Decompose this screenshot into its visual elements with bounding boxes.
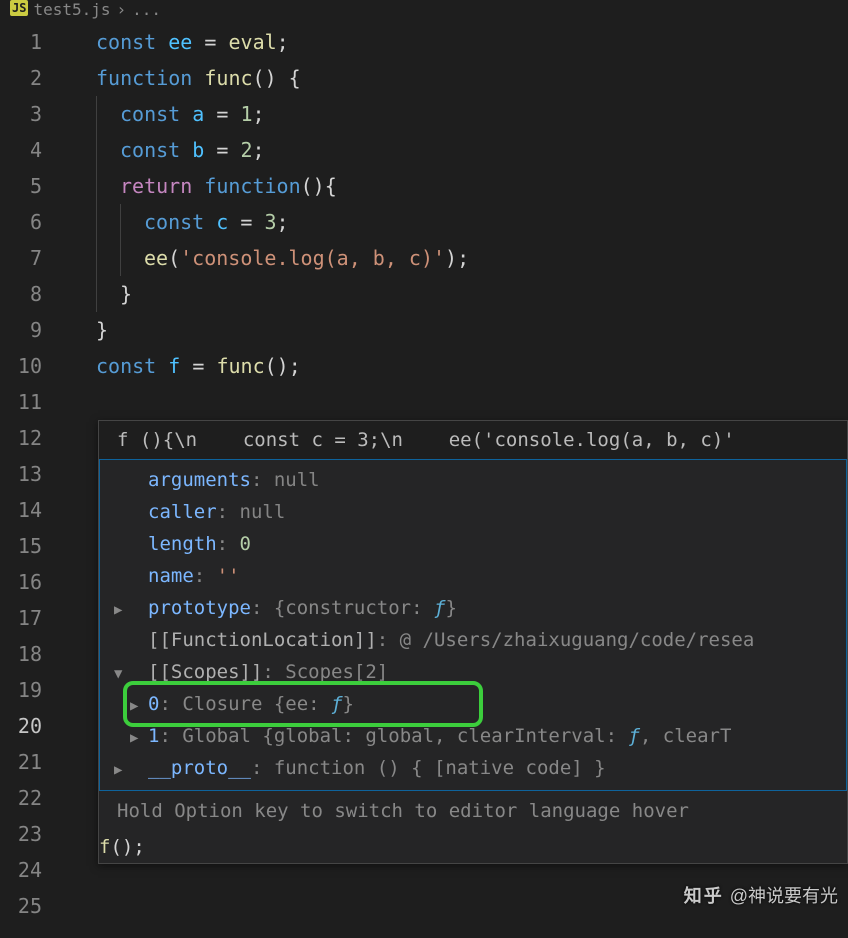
debug-hover-popup[interactable]: f (){\n const c = 3;\n ee('console.log(a… bbox=[98, 420, 848, 864]
hover-scope-1-global[interactable]: ▶1: Global {global: global, clearInterva… bbox=[100, 720, 846, 752]
line-number: 5 bbox=[0, 168, 42, 204]
line-number: 19 bbox=[0, 672, 42, 708]
code-line[interactable]: ee('console.log(a, b, c)'); bbox=[60, 240, 848, 276]
code-line[interactable]: } bbox=[60, 312, 848, 348]
line-number: 21 bbox=[0, 744, 42, 780]
line-number: 4 bbox=[0, 132, 42, 168]
line-number: 9 bbox=[0, 312, 42, 348]
chevron-down-icon[interactable]: ▼ bbox=[114, 658, 122, 688]
code-line[interactable]: const ee = eval; bbox=[60, 24, 848, 60]
chevron-right-icon[interactable]: ▶ bbox=[130, 690, 138, 720]
line-number: 13 bbox=[0, 456, 42, 492]
code-line[interactable]: const c = 3; bbox=[60, 204, 848, 240]
line-number: 20 bbox=[0, 708, 42, 744]
breadcrumb[interactable]: JS test5.js › ... bbox=[0, 0, 848, 24]
watermark: 知乎 @神说要有光 bbox=[684, 882, 838, 908]
line-number: 10 bbox=[0, 348, 42, 384]
code-line[interactable]: return function(){ bbox=[60, 168, 848, 204]
line-number: 18 bbox=[0, 636, 42, 672]
hover-footer-hint: Hold Option key to switch to editor lang… bbox=[99, 791, 847, 831]
breadcrumb-more: ... bbox=[132, 0, 161, 19]
line-number: 22 bbox=[0, 780, 42, 816]
js-file-icon: JS bbox=[10, 0, 28, 16]
hover-prop-length[interactable]: length: 0 bbox=[100, 528, 846, 560]
line-number: 11 bbox=[0, 384, 42, 420]
code-line[interactable]: const a = 1; bbox=[60, 96, 848, 132]
line-number: 25 bbox=[0, 888, 42, 924]
hover-prop-arguments[interactable]: arguments: null bbox=[100, 464, 846, 496]
code-line[interactable] bbox=[60, 384, 848, 420]
code-line[interactable]: const b = 2; bbox=[60, 132, 848, 168]
line-number: 8 bbox=[0, 276, 42, 312]
watermark-author: @神说要有光 bbox=[730, 882, 838, 908]
line-number: 14 bbox=[0, 492, 42, 528]
code-line[interactable]: function func() { bbox=[60, 60, 848, 96]
line-number: 24 bbox=[0, 852, 42, 888]
hover-body[interactable]: arguments: null caller: null length: 0 n… bbox=[99, 459, 847, 791]
hover-prop-proto[interactable]: ▶__proto__: function () { [native code] … bbox=[100, 752, 846, 784]
line-number: 7 bbox=[0, 240, 42, 276]
breadcrumb-sep: › bbox=[117, 0, 127, 19]
line-number: 16 bbox=[0, 564, 42, 600]
zhihu-logo-icon: 知乎 bbox=[684, 882, 724, 908]
chevron-right-icon[interactable]: ▶ bbox=[114, 594, 122, 624]
editor[interactable]: 1 2 3 4 5 6 7 8 9 10 11 12 13 14 15 16 1… bbox=[0, 24, 848, 938]
line-number-gutter: 1 2 3 4 5 6 7 8 9 10 11 12 13 14 15 16 1… bbox=[0, 24, 60, 938]
chevron-right-icon[interactable]: ▶ bbox=[130, 722, 138, 752]
line-number: 23 bbox=[0, 816, 42, 852]
hover-scope-0-closure[interactable]: ▶0: Closure {ee: ƒ} bbox=[100, 688, 846, 720]
code-line[interactable]: const f = func(); bbox=[60, 348, 848, 384]
hover-prop-name[interactable]: name: '' bbox=[100, 560, 846, 592]
line-number: 3 bbox=[0, 96, 42, 132]
breadcrumb-file: test5.js bbox=[33, 0, 110, 19]
line-number: 15 bbox=[0, 528, 42, 564]
hover-prop-function-location[interactable]: [[FunctionLocation]]: @ /Users/zhaixugua… bbox=[100, 624, 846, 656]
code-line[interactable]: } bbox=[60, 276, 848, 312]
line-number: 6 bbox=[0, 204, 42, 240]
code-area[interactable]: const ee = eval; function func() { const… bbox=[60, 24, 848, 938]
line-number: 1 bbox=[0, 24, 42, 60]
line-number: 2 bbox=[0, 60, 42, 96]
chevron-right-icon[interactable]: ▶ bbox=[114, 754, 122, 784]
hover-prop-scopes[interactable]: ▼[[Scopes]]: Scopes[2] bbox=[100, 656, 846, 688]
line-number: 12 bbox=[0, 420, 42, 456]
hover-prop-prototype[interactable]: ▶prototype: {constructor: ƒ} bbox=[100, 592, 846, 624]
hover-header: f (){\n const c = 3;\n ee('console.log(a… bbox=[99, 421, 847, 459]
line-number: 17 bbox=[0, 600, 42, 636]
hover-prop-caller[interactable]: caller: null bbox=[100, 496, 846, 528]
code-line-current[interactable]: f(); bbox=[99, 831, 847, 863]
